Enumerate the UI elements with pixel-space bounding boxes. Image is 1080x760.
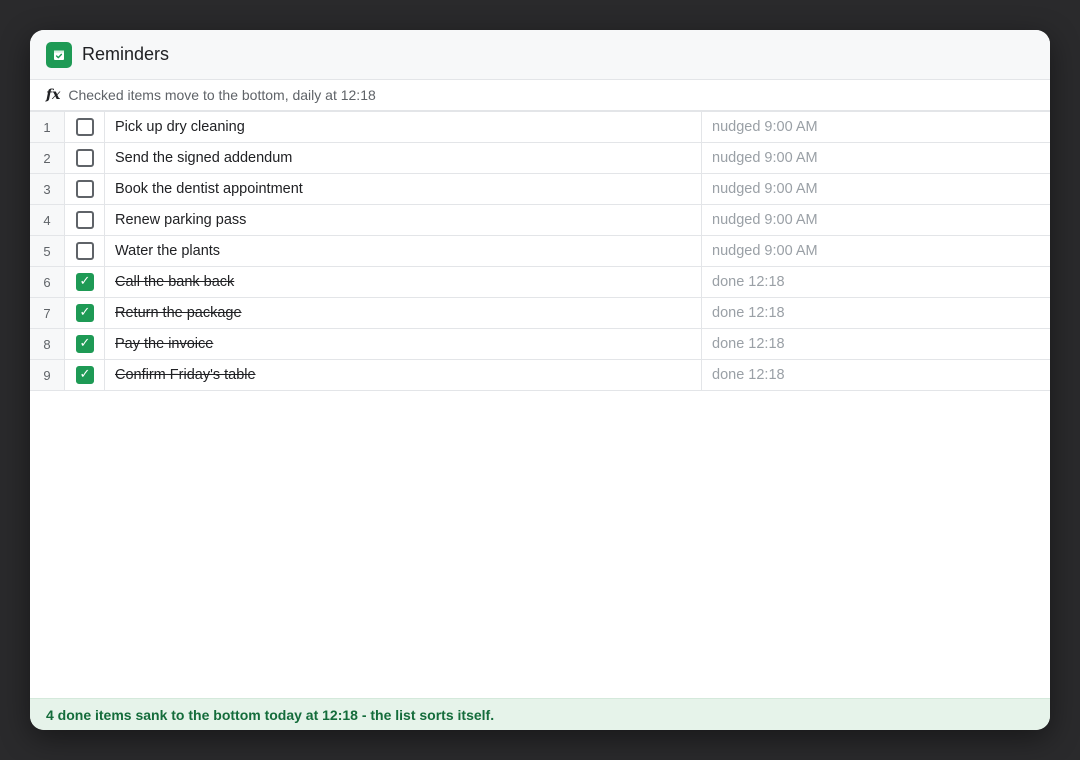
table-row: 6 Call the bank backdone 12:18 [30, 266, 1050, 298]
checkbox-cell [64, 111, 105, 143]
checkbox-cell [64, 235, 105, 267]
status-cell[interactable]: done 12:18 [701, 297, 1050, 329]
status-cell[interactable]: done 12:18 [701, 359, 1050, 391]
checkbox-cell [64, 266, 105, 298]
row-number: 8 [30, 328, 65, 360]
task-cell[interactable]: Confirm Friday's table [104, 359, 702, 391]
table-row: 9 Confirm Friday's tabledone 12:18 [30, 359, 1050, 391]
title-bar: Reminders [30, 30, 1050, 80]
status-cell[interactable]: nudged 9:00 AM [701, 142, 1050, 174]
task-cell[interactable]: Renew parking pass [104, 204, 702, 236]
checkbox-cell [64, 173, 105, 205]
task-cell[interactable]: Pay the invoice [104, 328, 702, 360]
status-cell[interactable]: done 12:18 [701, 266, 1050, 298]
status-cell[interactable]: nudged 9:00 AM [701, 111, 1050, 143]
app-title: Reminders [82, 44, 170, 64]
table-row: 4 Renew parking pass nudged 9:00 AM [30, 204, 1050, 236]
row-number: 5 [30, 235, 65, 267]
status-cell[interactable]: nudged 9:00 AM [701, 235, 1050, 267]
row-number: 4 [30, 204, 65, 236]
checkbox-cell [64, 142, 105, 174]
fx-label: fx [46, 87, 61, 103]
reminders-grid: 1 Pick up dry cleaning nudged 9:00 AM 2 Send… [30, 111, 1050, 391]
task-cell[interactable]: Return the package [104, 297, 702, 329]
task-cell[interactable]: Send the signed addendum [104, 142, 702, 174]
row-number: 9 [30, 359, 65, 391]
checkbox-cell [64, 359, 105, 391]
row-number: 6 [30, 266, 65, 298]
status-cell[interactable]: done 12:18 [701, 328, 1050, 360]
status-cell[interactable]: nudged 9:00 AM [701, 204, 1050, 236]
table-row: 3 Book the dentist appointment nudged 9:00… [30, 173, 1050, 205]
checkbox-cell [64, 204, 105, 236]
task-cell[interactable]: Call the bank back [104, 266, 702, 298]
table-row: 2 Send the signed addendum nudged 9:00 AM [30, 142, 1050, 174]
calendar-check-icon [46, 41, 72, 68]
checkbox-unchecked[interactable] [75, 149, 94, 168]
checkbox-checked[interactable] [75, 366, 94, 385]
table-row: 1 Pick up dry cleaning nudged 9:00 AM [30, 111, 1050, 143]
table-row: 7 Return the packagedone 12:18 [30, 297, 1050, 329]
formula-text[interactable]: Checked items move to the bottom, daily … [68, 87, 375, 103]
task-cell[interactable]: Water the plants [104, 235, 702, 267]
checkbox-unchecked[interactable] [75, 211, 94, 230]
checkbox-checked[interactable] [75, 304, 94, 323]
table-row: 8 Pay the invoicedone 12:18 [30, 328, 1050, 360]
status-cell[interactable]: nudged 9:00 AM [701, 173, 1050, 205]
app-window: Reminders fx Checked items move to the b… [30, 30, 1050, 730]
footer-text: 4 done items sank to the bottom today at… [46, 706, 495, 723]
formula-bar[interactable]: fx Checked items move to the bottom, dai… [30, 80, 1050, 111]
checkbox-cell [64, 328, 105, 360]
task-cell[interactable]: Pick up dry cleaning [104, 111, 702, 143]
row-number: 3 [30, 173, 65, 205]
checkbox-checked[interactable] [75, 335, 94, 354]
status-footer: 4 done items sank to the bottom today at… [30, 698, 1050, 730]
checkbox-unchecked[interactable] [75, 242, 94, 261]
row-number: 1 [30, 111, 65, 143]
checkbox-unchecked[interactable] [75, 180, 94, 199]
task-cell[interactable]: Book the dentist appointment [104, 173, 702, 205]
checkbox-unchecked[interactable] [75, 118, 94, 137]
row-number: 2 [30, 142, 65, 174]
checkbox-cell [64, 297, 105, 329]
checkbox-checked[interactable] [75, 273, 94, 292]
table-row: 5 Water the plants nudged 9:00 AM [30, 235, 1050, 267]
row-number: 7 [30, 297, 65, 329]
